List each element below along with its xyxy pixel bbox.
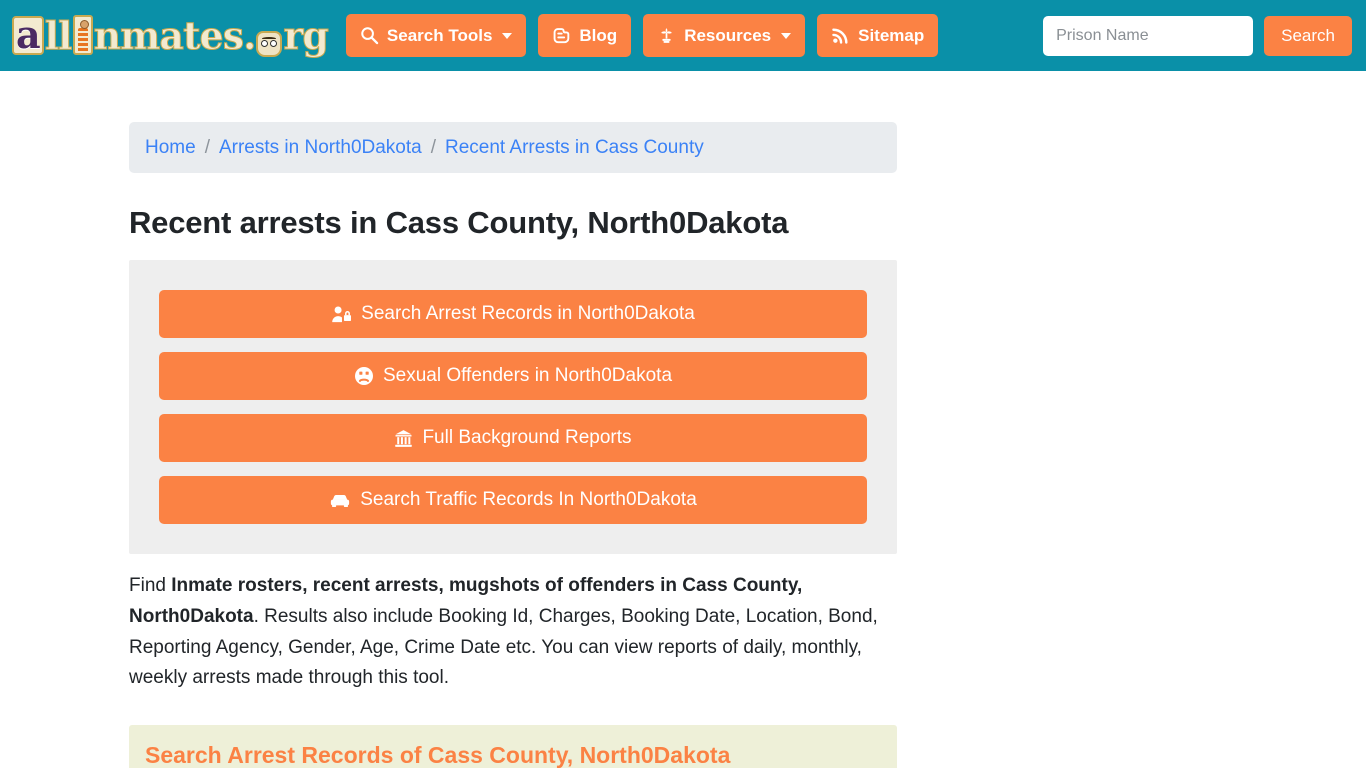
logo-letter-a: a [12,15,44,55]
frown-face-icon [354,366,374,386]
chevron-down-icon [781,32,792,39]
breadcrumb-item-county[interactable]: Recent Arrests in Cass County [445,137,704,159]
nav-label: Search Tools [386,25,493,45]
button-label: Sexual Offenders in North0Dakota [382,365,673,386]
logo-text: a ll nmates. rg [12,12,330,58]
site-logo[interactable]: a ll nmates. rg [12,12,330,58]
rss-icon [831,26,850,45]
breadcrumb: Home / Arrests in North0Dakota / Recent … [129,122,897,173]
logo-text-nmates: nmates. [93,12,257,58]
main-content: Home / Arrests in North0Dakota / Recent … [129,71,897,768]
breadcrumb-item-home[interactable]: Home [145,137,196,159]
nav-label: Resources [684,25,772,45]
button-label: Search Traffic Records In North0Dakota [360,489,697,510]
nav-label: Blog [579,25,618,45]
leaf-icon [657,26,676,45]
section-heading-search-arrest-records: Search Arrest Records of Cass County, No… [129,725,897,768]
courthouse-icon [394,429,413,448]
search-arrest-records-button[interactable]: Search Arrest Records in North0Dakota [159,290,867,338]
breadcrumb-separator: / [430,136,436,158]
sexual-offenders-button[interactable]: Sexual Offenders in North0Dakota [159,352,867,400]
action-buttons-panel: Search Arrest Records in North0Dakota Se… [129,260,897,554]
logo-letters-ll: ll [44,12,73,58]
search-traffic-records-button[interactable]: Search Traffic Records In North0Dakota [159,476,867,524]
nav-resources-button[interactable]: Resources [643,14,806,57]
chevron-down-icon [502,32,513,39]
description-lead: Find [129,575,172,596]
full-background-reports-button[interactable]: Full Background Reports [159,414,867,462]
site-header: a ll nmates. rg Search Tools Blog Resour… [0,0,1366,71]
inmate-face-icon [256,30,283,57]
prisoner-icon [72,14,93,55]
nav-blog-button[interactable]: Blog [538,14,632,57]
nav-label: Sitemap [858,25,925,45]
user-lock-icon [331,305,352,324]
breadcrumb-item-state[interactable]: Arrests in North0Dakota [219,137,422,159]
breadcrumb-separator: / [204,136,210,158]
logo-text-rg: rg [283,12,330,58]
page-description: Find Inmate rosters, recent arrests, mug… [129,571,897,694]
header-search: Search [1043,15,1352,56]
search-icon [360,26,379,45]
page-title: Recent arrests in Cass County, North0Dak… [129,205,789,240]
nav-sitemap-button[interactable]: Sitemap [817,14,939,57]
button-label: Full Background Reports [422,427,632,448]
blogger-icon [552,26,571,45]
car-icon [329,491,351,510]
search-input[interactable] [1043,15,1254,56]
search-submit-button[interactable]: Search [1264,15,1352,56]
nav-search-tools-button[interactable]: Search Tools [345,14,527,57]
button-label: Search Arrest Records in North0Dakota [361,303,695,324]
